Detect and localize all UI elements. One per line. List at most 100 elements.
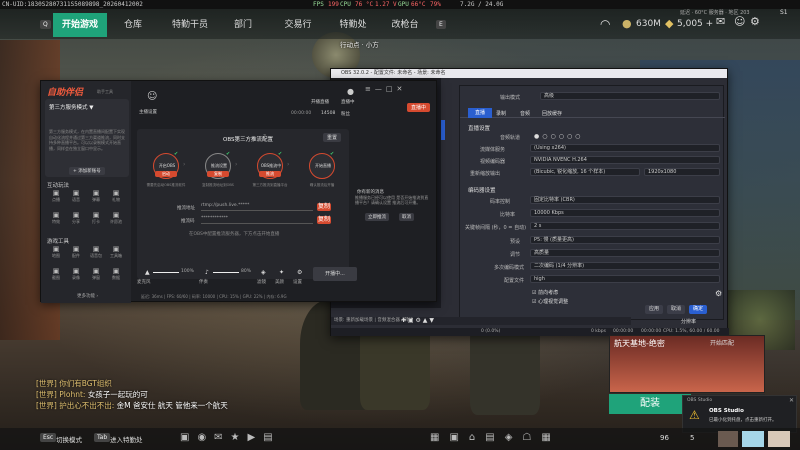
tab-operators[interactable]: 特勤干员 xyxy=(162,13,218,37)
popup-confirm-button[interactable]: 立即推流 xyxy=(365,213,389,221)
obs-gear-icon[interactable]: ⚙ xyxy=(715,289,722,298)
obs-apply-button[interactable]: 应用 xyxy=(645,305,663,314)
switch-mode-label[interactable]: 切换模式 xyxy=(56,434,82,444)
setup-step[interactable]: 开始直播 ✔ 确认推流后开播 xyxy=(297,151,347,201)
obs-title-bar: OBS 32.0.2 - 配置文件: 未命名 - 场景: 未命名 xyxy=(331,69,727,78)
friend-avatar-2[interactable] xyxy=(742,431,764,447)
filter-icon[interactable]: ◈ xyxy=(261,269,266,276)
step-badge[interactable]: 推流 xyxy=(259,171,281,177)
tool-item[interactable]: ▣ 录像 xyxy=(67,267,85,287)
obs-tuning-select[interactable]: 高质量 xyxy=(530,249,720,257)
setup-step[interactable]: 开启OBS ✔ 启动 需要先启动OBS推流软件 › xyxy=(141,151,191,201)
settings-small-icon[interactable]: ⚙ xyxy=(297,269,302,276)
avatar[interactable]: ● xyxy=(347,87,354,96)
mode-select[interactable]: 第三方服务模式 ▼ xyxy=(49,103,93,111)
tool-item[interactable]: ▣ 语音包 xyxy=(87,245,105,265)
interact-item[interactable]: ▣ 弹幕 xyxy=(87,189,105,209)
loadout-button[interactable]: 配装 xyxy=(609,394,691,414)
obs-ok-button[interactable]: 确定 xyxy=(689,305,707,314)
obs-rescale-resolution[interactable]: 1920x1080 xyxy=(644,168,720,176)
obs-mode-select[interactable]: 高级 xyxy=(540,92,720,100)
obs-rate-control-select[interactable]: 固定比特率 (CBR) xyxy=(530,196,720,204)
quick-icons[interactable]: ▣◉✉★▶▤ xyxy=(180,432,330,446)
start-stream-button[interactable]: 开播中... xyxy=(313,267,357,281)
obs-tab-record[interactable]: 录制 xyxy=(496,110,506,117)
beauty-icon[interactable]: ✦ xyxy=(279,269,284,276)
tool-item[interactable]: ▣ 数据 xyxy=(107,267,125,287)
obs-profile-select[interactable]: high xyxy=(530,275,720,283)
obs-stream-service-select[interactable]: (Using x264) xyxy=(530,144,720,152)
mail-icon[interactable]: ✉ xyxy=(716,15,725,28)
step-badge[interactable]: 启动 xyxy=(155,171,177,177)
mode-description: 第三方服务模式，在内置直播间配置下实现自动化流程并通过第三方渠道推流，同时支持多… xyxy=(49,129,125,151)
gpu-label: GPU xyxy=(398,1,409,8)
friend-avatar-1[interactable] xyxy=(718,431,738,447)
step-name: 开启OBS xyxy=(158,163,176,168)
tab-warehouse[interactable]: 仓库 xyxy=(110,13,156,37)
interact-item[interactable]: ▣ 分享 xyxy=(67,211,85,231)
tool-item[interactable]: ▣ 工具箱 xyxy=(107,245,125,265)
obs-bitrate-label: 比特率 xyxy=(500,212,516,218)
tab-trading[interactable]: 交易行 xyxy=(270,13,326,37)
obs-multipass-select[interactable]: 二次编码 (1/4 分辨率) xyxy=(530,262,720,270)
interact-item[interactable]: ▣ 打卡 xyxy=(87,211,105,231)
obs-psycho-checkbox[interactable]: ☑ 心理视觉调整 xyxy=(532,298,568,305)
interact-item[interactable]: ▣ 特效 xyxy=(47,211,65,231)
mode-card: 第三方服务模式 ▼ 第三方服务模式，在内置直播间配置下实现自动化流程并通过第三方… xyxy=(45,99,129,177)
interact-item[interactable]: ▣ 点播 xyxy=(47,189,65,209)
obs-lookahead-checkbox[interactable]: ☑ 前向考虑 xyxy=(532,289,558,296)
tab-department[interactable]: 部门 xyxy=(222,13,264,37)
tool-item[interactable]: ▣ 配件 xyxy=(67,245,85,265)
obs-bitrate-input[interactable]: 10000 Kbps xyxy=(530,209,720,217)
tool-item[interactable]: ▣ 弹窗 xyxy=(87,267,105,287)
tab-gunsmith[interactable]: 改枪台 xyxy=(380,13,430,37)
obs-dock-buttons[interactable]: ✚ ▣ ⚙ ▲ ▼ xyxy=(401,317,461,325)
window-controls[interactable]: ≡—□✕ xyxy=(365,85,406,93)
obs-keyint-input[interactable]: 2 s xyxy=(530,222,720,230)
toast-close-icon[interactable]: ✕ xyxy=(789,397,794,404)
setup-step[interactable]: 推流设置 ✔ 复制 复制推流地址到OBS › xyxy=(193,151,243,201)
copy-key-button[interactable]: 复制 xyxy=(317,216,331,224)
tab-special-ops[interactable]: 特勤处 xyxy=(330,13,376,37)
esc-key: Esc xyxy=(40,433,57,442)
tool-item[interactable]: ▣ 截图 xyxy=(47,267,65,287)
interact-item[interactable]: ▣ 语音 xyxy=(67,189,85,209)
streamer-settings[interactable]: ☺ 主播设置 xyxy=(133,91,173,119)
obs-tab-replay[interactable]: 回放缓存 xyxy=(542,110,562,117)
obs-audio-track-radios[interactable]: ●○○○○○ xyxy=(534,133,583,140)
tool-item[interactable]: ▣ 地图 xyxy=(47,245,65,265)
system-icons[interactable]: ▦▣⌂▤◈☖▦ xyxy=(430,432,660,446)
music-slider[interactable] xyxy=(213,272,239,273)
obs-cancel-button[interactable]: 取消 xyxy=(667,305,685,314)
obs-tab-audio[interactable]: 音频 xyxy=(520,110,530,117)
mic-icon[interactable]: ▲ xyxy=(145,269,150,276)
tab-start-game[interactable]: 开始游戏 xyxy=(53,13,107,37)
key-input[interactable]: ************ xyxy=(201,216,313,224)
enter-ops-label[interactable]: 进入特勤处 xyxy=(110,434,143,444)
currency-premium[interactable]: 5,005 + xyxy=(677,19,713,29)
mic-slider[interactable] xyxy=(153,272,179,273)
live-chip[interactable]: 直播中 xyxy=(407,103,431,112)
friend-avatar-3[interactable] xyxy=(768,431,790,447)
server-input[interactable]: rtmp://push.live.***** xyxy=(201,203,313,211)
copy-server-button[interactable]: 复制 xyxy=(317,203,331,211)
settings-icon[interactable]: ⚙ xyxy=(750,15,760,28)
popup-cancel-button[interactable]: 取消 xyxy=(399,213,414,221)
interact-item[interactable]: ▣ 礼物 xyxy=(107,189,125,209)
map-card[interactable]: 航天基地-绝密 开始匹配 xyxy=(609,335,765,393)
music-icon[interactable]: ♪ xyxy=(205,269,209,276)
step-badge[interactable]: 复制 xyxy=(207,171,229,177)
add-account-button[interactable]: + 添加新账号 xyxy=(69,167,105,175)
setup-step[interactable]: OBS推流中 ✔ 推流 第三方推流到直播平台 › xyxy=(245,151,295,201)
obs-tab-stream[interactable]: 直播 xyxy=(468,108,492,118)
cpu-label: CPU xyxy=(340,1,351,8)
friends-icon[interactable]: ☺ xyxy=(734,15,745,28)
help-icon[interactable]: ? xyxy=(263,134,266,140)
obs-video-encoder-select[interactable]: NVIDIA NVENC H.264 xyxy=(530,156,720,164)
interact-item[interactable]: ▣ 许愿池 xyxy=(107,211,125,231)
obs-rescale-filter[interactable]: (Bicubic, 锐化缩放, 16 个样本) xyxy=(530,168,640,176)
obs-preset-select[interactable]: P5: 慢 (质量更高) xyxy=(530,236,720,244)
more-link[interactable]: 更多功能 › xyxy=(77,293,98,299)
reset-button[interactable]: 重置 xyxy=(323,133,342,142)
arrow-icon: › xyxy=(235,161,238,168)
